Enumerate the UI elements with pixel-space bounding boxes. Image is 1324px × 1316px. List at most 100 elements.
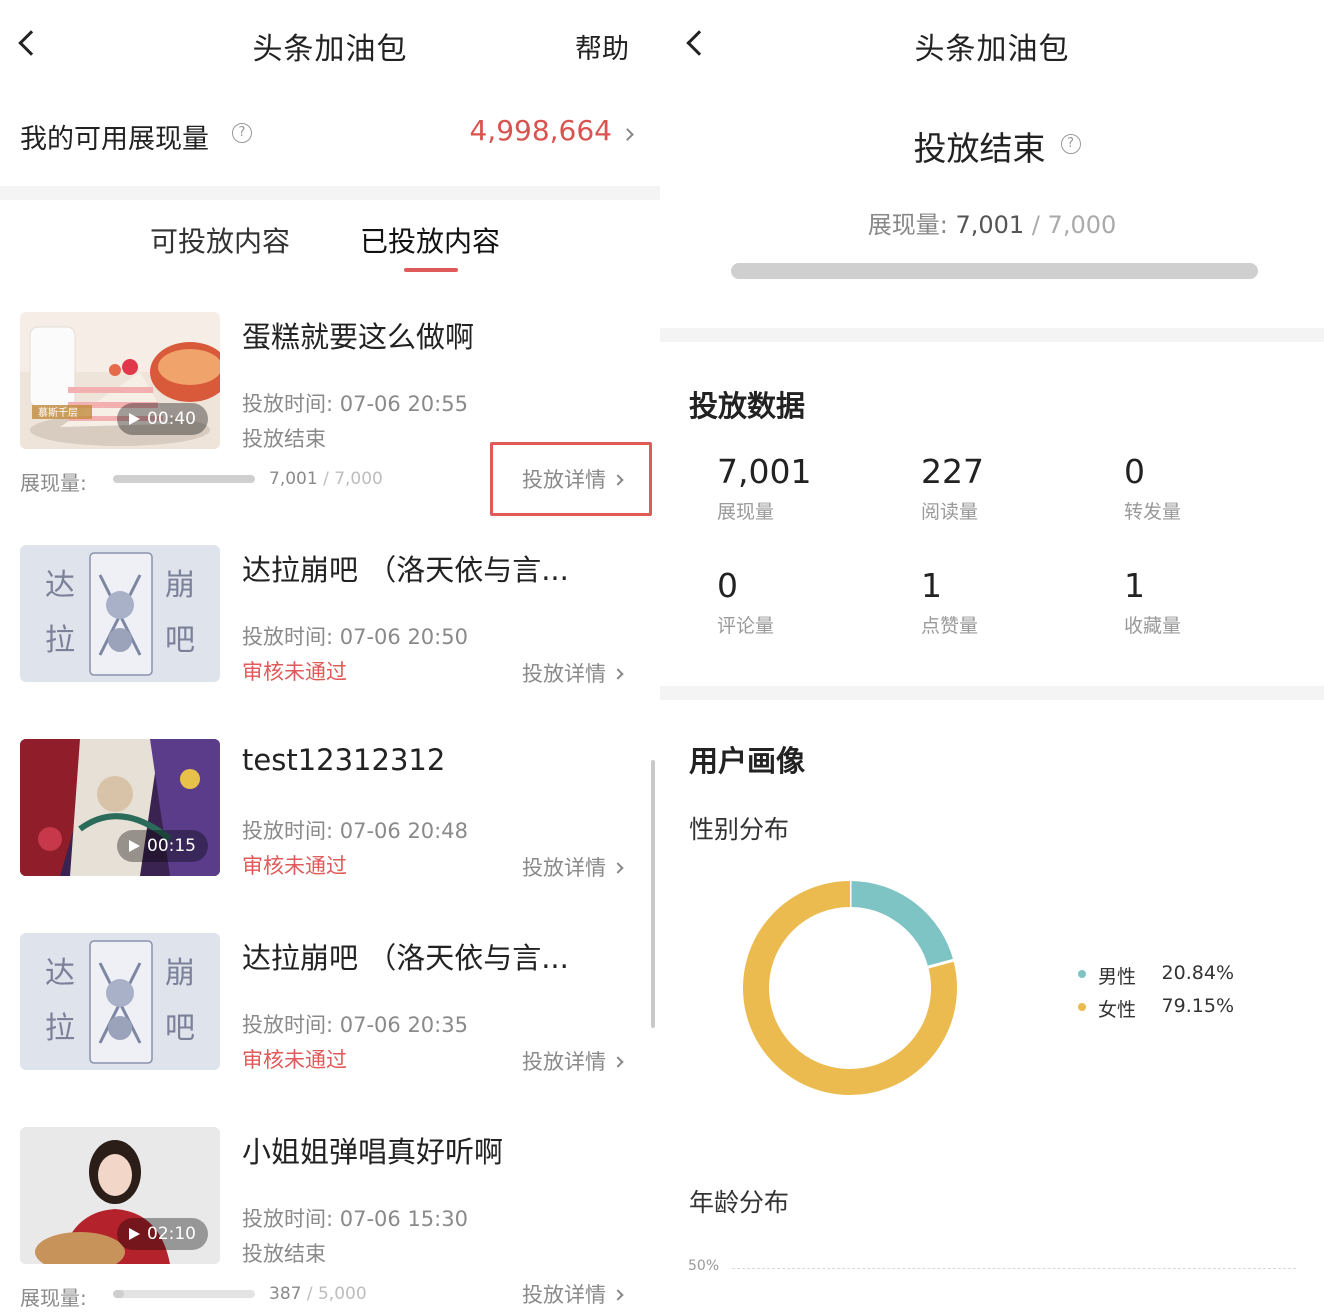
item-title: test12312312: [242, 743, 446, 777]
chevron-right-icon: [621, 128, 634, 141]
legend-value: 20.84%: [1161, 962, 1234, 984]
status-header: 投放结束 ?: [660, 122, 1324, 170]
legend-label: 男性: [1098, 966, 1137, 988]
user-portrait-title: 用户画像: [689, 744, 806, 778]
legend-dot-icon: [1078, 1003, 1086, 1011]
video-thumbnail[interactable]: 02:10: [20, 1127, 220, 1264]
svg-text:崩: 崩: [165, 956, 195, 991]
impressions-progress-bar: [113, 1290, 255, 1298]
age-distribution-title: 年龄分布: [689, 1188, 790, 1217]
duration-badge: 00:15: [117, 830, 208, 862]
delivery-data-title: 投放数据: [689, 389, 806, 423]
item-time: 投放时间: 07-06 20:48: [242, 819, 468, 843]
item-time: 投放时间: 07-06 20:50: [242, 625, 468, 649]
gender-donut-chart: [743, 881, 957, 1095]
video-thumbnail[interactable]: 慕斯千层 00:40: [20, 312, 220, 449]
video-thumbnail[interactable]: 00:15: [20, 739, 220, 876]
available-impressions-value: 4,998,664: [469, 114, 612, 147]
item-title: 小姐姐弹唱真好听啊: [242, 1135, 504, 1169]
stat-reads: 227 阅读量: [921, 452, 984, 523]
stat-comments: 0 评论量: [717, 566, 775, 637]
duration-badge: 00:40: [117, 403, 208, 435]
video-thumbnail[interactable]: 达 拉 崩 吧: [20, 545, 220, 682]
impressions-label: 展现量:: [20, 1286, 87, 1310]
svg-text:拉: 拉: [45, 623, 75, 658]
item-title: 蛋糕就要这么做啊: [242, 320, 475, 354]
item-status: 审核未通过: [242, 854, 347, 878]
legend-dot-icon: [1078, 970, 1086, 978]
stat-likes: 1 点赞量: [921, 566, 979, 637]
chevron-right-icon: [612, 668, 624, 680]
list-item[interactable]: 慕斯千层 00:40 蛋糕就要这么做啊 投放时间: 07-06 20:55 投放…: [0, 300, 660, 525]
impressions-progress-bar: [731, 263, 1258, 279]
svg-text:达: 达: [45, 956, 75, 991]
section-divider: [660, 328, 1324, 342]
item-time: 投放时间: 07-06 15:30: [242, 1207, 468, 1231]
item-title: 达拉崩吧 （洛天依与言...: [242, 941, 569, 975]
help-circle-icon[interactable]: ?: [232, 123, 252, 143]
play-icon: [129, 1228, 140, 1240]
tab-available-content[interactable]: 可投放内容: [150, 220, 290, 260]
play-icon: [129, 840, 140, 852]
nav-title: 头条加油包: [252, 32, 408, 67]
chevron-right-icon: [612, 862, 624, 874]
chevron-right-icon: [612, 474, 624, 486]
tab-delivered-content[interactable]: 已投放内容: [360, 220, 500, 260]
play-icon: [129, 413, 140, 425]
age-axis-tick: 50%: [688, 1258, 720, 1274]
section-divider: [660, 686, 1324, 700]
chevron-right-icon: [612, 1056, 624, 1068]
impressions-label: 展现量:: [20, 471, 87, 495]
list-item[interactable]: 02:10 小姐姐弹唱真好听啊 投放时间: 07-06 15:30 投放结束 展…: [0, 1115, 660, 1316]
progress-fill: [113, 1290, 124, 1298]
card-art-image: 达 拉 崩 吧: [20, 933, 220, 1070]
list-item[interactable]: 达 拉 崩 吧 达拉崩吧 （洛天依与言... 投放时间: 07-06 20:35…: [0, 921, 660, 1096]
item-title: 达拉崩吧 （洛天依与言...: [242, 553, 569, 587]
stat-impressions: 7,001 展现量: [717, 452, 812, 523]
delivery-detail-link[interactable]: 投放详情: [522, 658, 624, 688]
delivery-detail-link[interactable]: 投放详情: [522, 852, 624, 882]
help-circle-icon[interactable]: ?: [1060, 134, 1081, 154]
cake-overlay-text: 慕斯千层: [38, 406, 78, 419]
video-thumbnail[interactable]: 达 拉 崩 吧: [20, 933, 220, 1070]
svg-text:达: 达: [45, 568, 75, 603]
item-status: 投放结束: [242, 1242, 326, 1266]
impressions-value: 7,001 / 7,000: [269, 469, 383, 489]
back-icon[interactable]: [18, 30, 44, 56]
stat-favorites: 1 收藏量: [1124, 566, 1182, 637]
nav-title: 头条加油包: [914, 32, 1070, 67]
svg-text:崩: 崩: [165, 568, 195, 603]
delivery-detail-link[interactable]: 投放详情: [522, 1279, 624, 1309]
available-impressions-label: 我的可用展现量: [20, 124, 209, 155]
progress-fill: [113, 475, 255, 483]
item-time: 投放时间: 07-06 20:35: [242, 1013, 468, 1037]
impressions-summary: 展现量: 7,001 / 7,000: [867, 211, 1117, 239]
item-status: 审核未通过: [242, 660, 347, 684]
section-divider: [0, 186, 660, 200]
delivery-detail-link[interactable]: 投放详情: [522, 1046, 624, 1076]
age-grid-line: [732, 1268, 1296, 1269]
duration-badge: 02:10: [117, 1218, 208, 1250]
impressions-progress-bar: [113, 475, 255, 483]
legend-label: 女性: [1098, 999, 1137, 1021]
item-time: 投放时间: 07-06 20:55: [242, 392, 468, 416]
list-item[interactable]: 00:15 test12312312 投放时间: 07-06 20:48 审核未…: [0, 727, 660, 902]
delivery-detail-link[interactable]: 投放详情: [522, 464, 624, 494]
back-icon[interactable]: [686, 30, 712, 56]
chevron-right-icon: [612, 1289, 624, 1301]
svg-text:拉: 拉: [45, 1011, 75, 1046]
card-art-image: 达 拉 崩 吧: [20, 545, 220, 682]
legend-item: 男性 20.84%: [1078, 962, 1278, 995]
list-item[interactable]: 达 拉 崩 吧 达拉崩吧 （洛天依与言... 投放时间: 07-06 20:50…: [0, 533, 660, 708]
item-status: 投放结束: [242, 427, 326, 451]
legend-item: 女性 79.15%: [1078, 995, 1278, 1028]
gender-legend: 男性 20.84% 女性 79.15%: [1078, 962, 1278, 1028]
scrollbar[interactable]: [651, 760, 655, 1028]
legend-value: 79.15%: [1161, 995, 1234, 1017]
help-button[interactable]: 帮助: [575, 27, 629, 66]
stat-shares: 0 转发量: [1124, 452, 1182, 523]
donut-slice-male: [849, 881, 954, 968]
progress-fill: [731, 263, 1258, 279]
available-impressions-row[interactable]: 我的可用展现量 ? 4,998,664: [0, 100, 660, 170]
impressions-value: 387 / 5,000: [269, 1284, 367, 1304]
